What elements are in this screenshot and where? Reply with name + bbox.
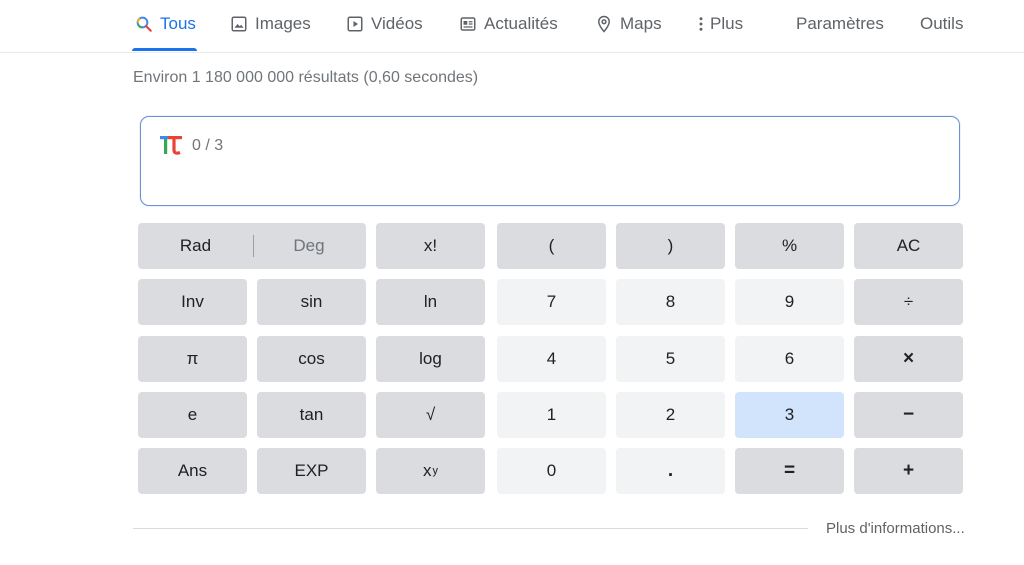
all-clear-button[interactable]: AC <box>854 223 963 269</box>
digit-7-button[interactable]: 7 <box>497 279 606 325</box>
map-pin-icon <box>594 14 614 34</box>
digit-1-button[interactable]: 1 <box>497 392 606 438</box>
square-root-button[interactable]: √ <box>376 392 485 438</box>
euler-e-button[interactable]: e <box>138 392 247 438</box>
footer-divider <box>133 528 808 529</box>
video-icon <box>345 14 365 34</box>
more-vert-icon <box>696 14 706 34</box>
power-exponent: y <box>432 465 439 477</box>
tab-label: Plus <box>710 14 744 33</box>
search-icon <box>134 14 154 34</box>
tab-maps[interactable]: Maps <box>594 12 662 36</box>
power-base: x <box>423 461 432 480</box>
digit-9-button[interactable]: 9 <box>735 279 844 325</box>
digit-6-button[interactable]: 6 <box>735 336 844 382</box>
pi-button[interactable]: π <box>138 336 247 382</box>
digit-5-button[interactable]: 5 <box>616 336 725 382</box>
tab-label: Tous <box>160 14 196 33</box>
plus-button[interactable]: + <box>854 448 963 494</box>
multiply-button[interactable]: × <box>854 336 963 382</box>
tab-label: Vidéos <box>371 14 423 33</box>
factorial-button[interactable]: x! <box>376 223 485 269</box>
settings-link[interactable]: Paramètres <box>796 12 884 36</box>
ln-button[interactable]: ln <box>376 279 485 325</box>
divide-button[interactable]: ÷ <box>854 279 963 325</box>
minus-button[interactable]: − <box>854 392 963 438</box>
tab-label: Maps <box>620 14 662 33</box>
digit-3-button[interactable]: 3 <box>735 392 844 438</box>
tab-news[interactable]: Actualités <box>458 12 558 36</box>
more-info-link[interactable]: Plus d'informations... <box>826 520 965 537</box>
active-tab-indicator <box>132 48 197 51</box>
inverse-button[interactable]: Inv <box>138 279 247 325</box>
deg-button[interactable]: Deg <box>254 223 364 269</box>
digit-0-button[interactable]: 0 <box>497 448 606 494</box>
decimal-point-button[interactable]: . <box>616 448 725 494</box>
rad-deg-toggle: Rad Deg <box>138 223 366 269</box>
search-nav-bar: Tous Images Vidéos Actualités Maps Plus … <box>0 0 1024 53</box>
tab-more[interactable]: Plus <box>696 12 743 36</box>
calculator-expression: 0 / 3 <box>192 137 224 154</box>
exp-button[interactable]: EXP <box>257 448 366 494</box>
rad-button[interactable]: Rad <box>138 223 253 269</box>
tab-label: Actualités <box>484 14 558 33</box>
tab-videos[interactable]: Vidéos <box>345 12 423 36</box>
tab-label: Images <box>255 14 311 33</box>
open-paren-button[interactable]: ( <box>497 223 606 269</box>
cos-button[interactable]: cos <box>257 336 366 382</box>
equals-button[interactable]: = <box>735 448 844 494</box>
digit-8-button[interactable]: 8 <box>616 279 725 325</box>
tab-all[interactable]: Tous <box>134 12 196 36</box>
power-button[interactable]: xy <box>376 448 485 494</box>
tan-button[interactable]: tan <box>257 392 366 438</box>
tools-link[interactable]: Outils <box>920 12 963 36</box>
answer-button[interactable]: Ans <box>138 448 247 494</box>
result-stats: Environ 1 180 000 000 résultats (0,60 se… <box>133 69 479 86</box>
tab-images[interactable]: Images <box>229 12 311 36</box>
sin-button[interactable]: sin <box>257 279 366 325</box>
close-paren-button[interactable]: ) <box>616 223 725 269</box>
digit-4-button[interactable]: 4 <box>497 336 606 382</box>
log-button[interactable]: log <box>376 336 485 382</box>
digit-2-button[interactable]: 2 <box>616 392 725 438</box>
news-icon <box>458 14 478 34</box>
calculator-display: 0 / 3 <box>140 116 960 206</box>
percent-button[interactable]: % <box>735 223 844 269</box>
pi-logo-icon <box>159 133 183 157</box>
image-icon <box>229 14 249 34</box>
